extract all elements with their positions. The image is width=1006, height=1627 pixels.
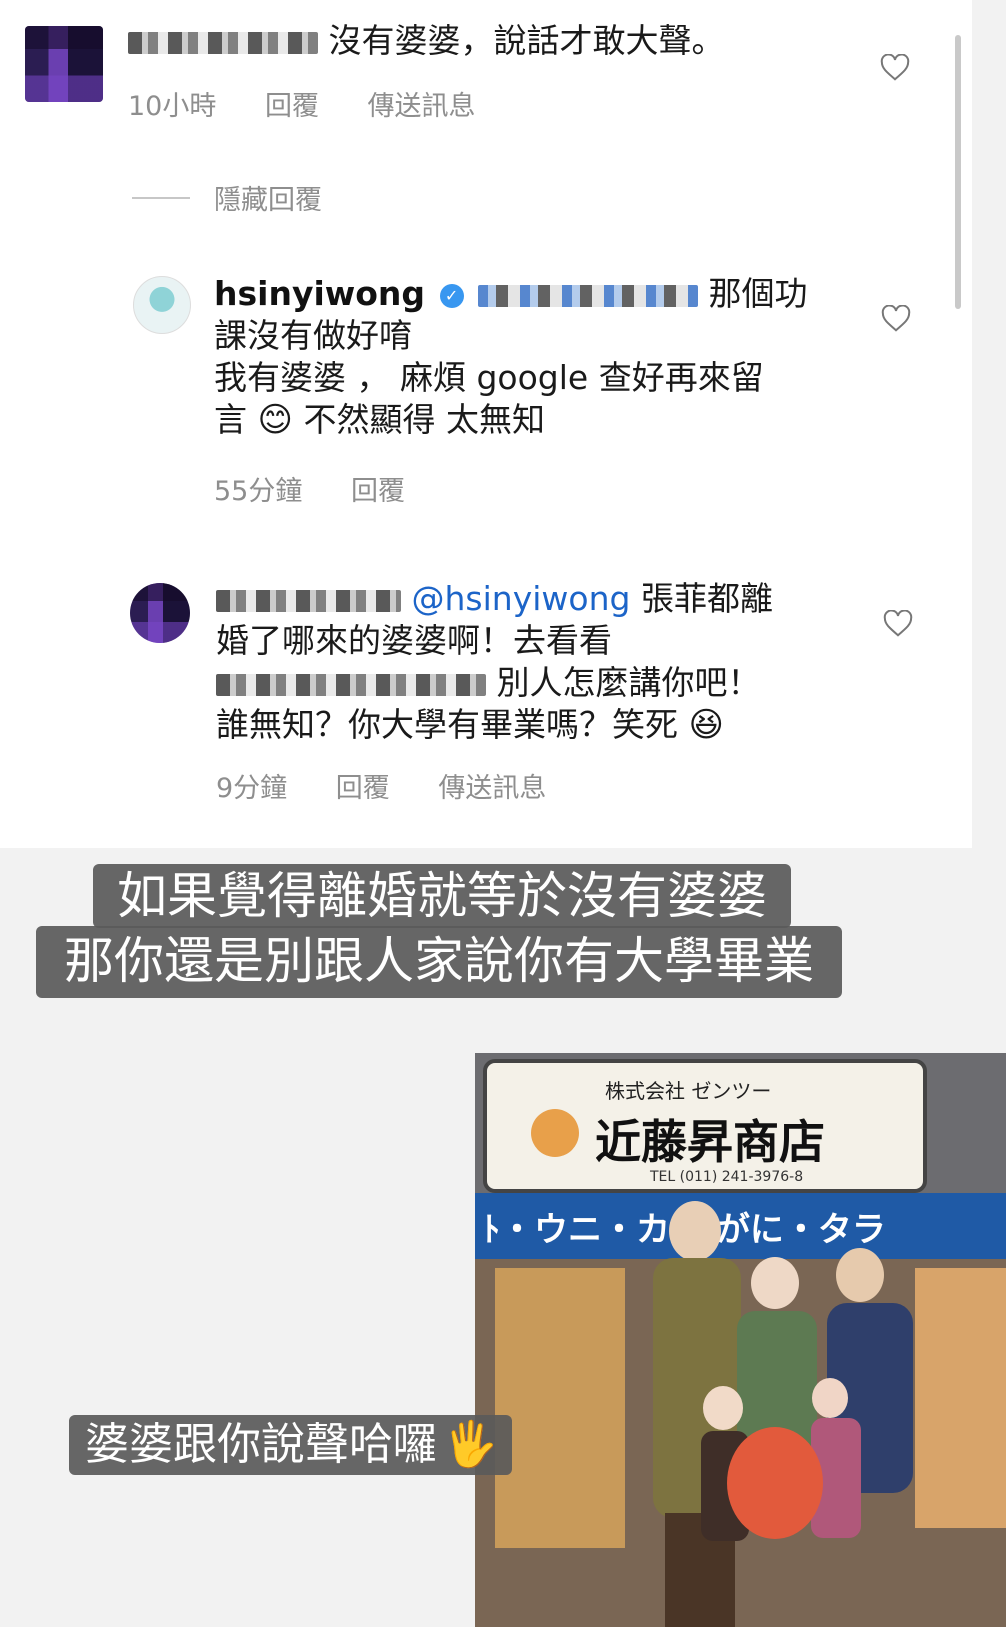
comment-3-text-head: 張菲都離: [640, 579, 773, 618]
like-heart-icon[interactable]: [880, 54, 910, 82]
hsinyiwong-avatar[interactable]: [133, 276, 191, 334]
comment-3-text-line2: 婚了哪來的婆婆啊！去看看: [216, 621, 612, 660]
comment-time: 55分鐘: [214, 476, 303, 507]
comment-2-meta: 55分鐘 回覆: [214, 469, 445, 508]
family-photo: 株式会社 ゼンツー 近藤昇商店 TEL (011) 241-3976-8 ﾄ・ウ…: [475, 1053, 1006, 1627]
comment-2-text-head: 那個功: [708, 274, 808, 313]
comment-3: @hsinyiwong 張菲都離 婚了哪來的婆婆啊！去看看 別人怎麼講你吧！ 誰…: [216, 578, 856, 746]
photo-caption: 婆婆跟你說聲哈囉 🖐: [69, 1415, 512, 1475]
comment-3-text-line4: 誰無知？你大學有畢業嗎？笑死: [216, 705, 678, 744]
smiling-face-icon: 😊: [257, 400, 293, 440]
caption-text: 如果覺得離婚就等於沒有婆婆: [117, 867, 767, 925]
send-message-button[interactable]: 傳送訊息: [368, 91, 476, 122]
comment-3-meta: 9分鐘 回覆 傳送訊息: [216, 766, 586, 805]
waving-hand-icon: 🖐: [443, 1419, 498, 1470]
commenter-avatar[interactable]: [130, 583, 190, 643]
reply-button[interactable]: 回覆: [265, 91, 319, 122]
reply-button[interactable]: 回覆: [336, 773, 390, 804]
comment-time: 9分鐘: [216, 773, 288, 804]
comment-1-meta: 10小時 回覆 傳送訊息: [128, 84, 516, 123]
laughing-face-icon: 😆: [688, 705, 724, 745]
commenter-avatar[interactable]: [25, 26, 103, 102]
caption-text: 婆婆跟你說聲哈囉: [85, 1419, 437, 1470]
comment-1-text: 沒有婆婆，說話才敢大聲。: [328, 21, 725, 60]
comment-1: 沒有婆婆，說話才敢大聲。: [128, 20, 868, 62]
photo-illustration: 株式会社 ゼンツー 近藤昇商店 TEL (011) 241-3976-8 ﾄ・ウ…: [475, 1053, 1006, 1627]
story-caption-line1: 如果覺得離婚就等於沒有婆婆: [93, 864, 791, 928]
comment-2-text-line2: 課沒有做好唷: [214, 316, 412, 355]
redacted-mention: [478, 284, 699, 307]
send-message-button[interactable]: 傳送訊息: [438, 773, 546, 804]
comments-panel: 沒有婆婆，說話才敢大聲。 10小時 回覆 傳送訊息 隱藏回覆 hsinyiwon…: [0, 0, 972, 848]
sign-top: 株式会社 ゼンツー: [605, 1079, 771, 1103]
comment-2-text-line4a: 言: [214, 400, 247, 439]
hide-replies-divider: [132, 197, 190, 199]
comment-time: 10小時: [128, 91, 217, 122]
comment-mention[interactable]: @hsinyiwong: [412, 579, 631, 618]
comment-2-text-line3: 我有婆婆 ， 麻煩 google 查好再來留: [214, 358, 764, 397]
sign-main: 近藤昇商店: [595, 1115, 825, 1169]
redacted-mention: [216, 673, 486, 696]
scrollbar[interactable]: [955, 35, 961, 309]
redacted-username: [128, 31, 318, 54]
verified-badge-icon: ✓: [439, 283, 464, 308]
reply-button[interactable]: 回覆: [351, 476, 405, 507]
like-heart-icon[interactable]: [881, 305, 911, 333]
comment-username[interactable]: hsinyiwong: [214, 274, 425, 313]
comment-2-text-line4b: 不然顯得 太無知: [303, 400, 545, 439]
comment-2: hsinyiwong ✓ 那個功 課沒有做好唷 我有婆婆 ， 麻煩 google…: [214, 273, 854, 441]
like-heart-icon[interactable]: [883, 610, 913, 638]
caption-text: 那你還是別跟人家說你有大學畢業: [64, 932, 814, 990]
hide-replies-button[interactable]: 隱藏回覆: [214, 178, 322, 217]
comment-3-text-line3b: 別人怎麼講你吧！: [496, 663, 761, 702]
story-caption-line2: 那你還是別跟人家說你有大學畢業: [36, 926, 842, 998]
sign-tel: TEL (011) 241-3976-8: [649, 1169, 803, 1185]
redacted-username: [216, 589, 401, 612]
